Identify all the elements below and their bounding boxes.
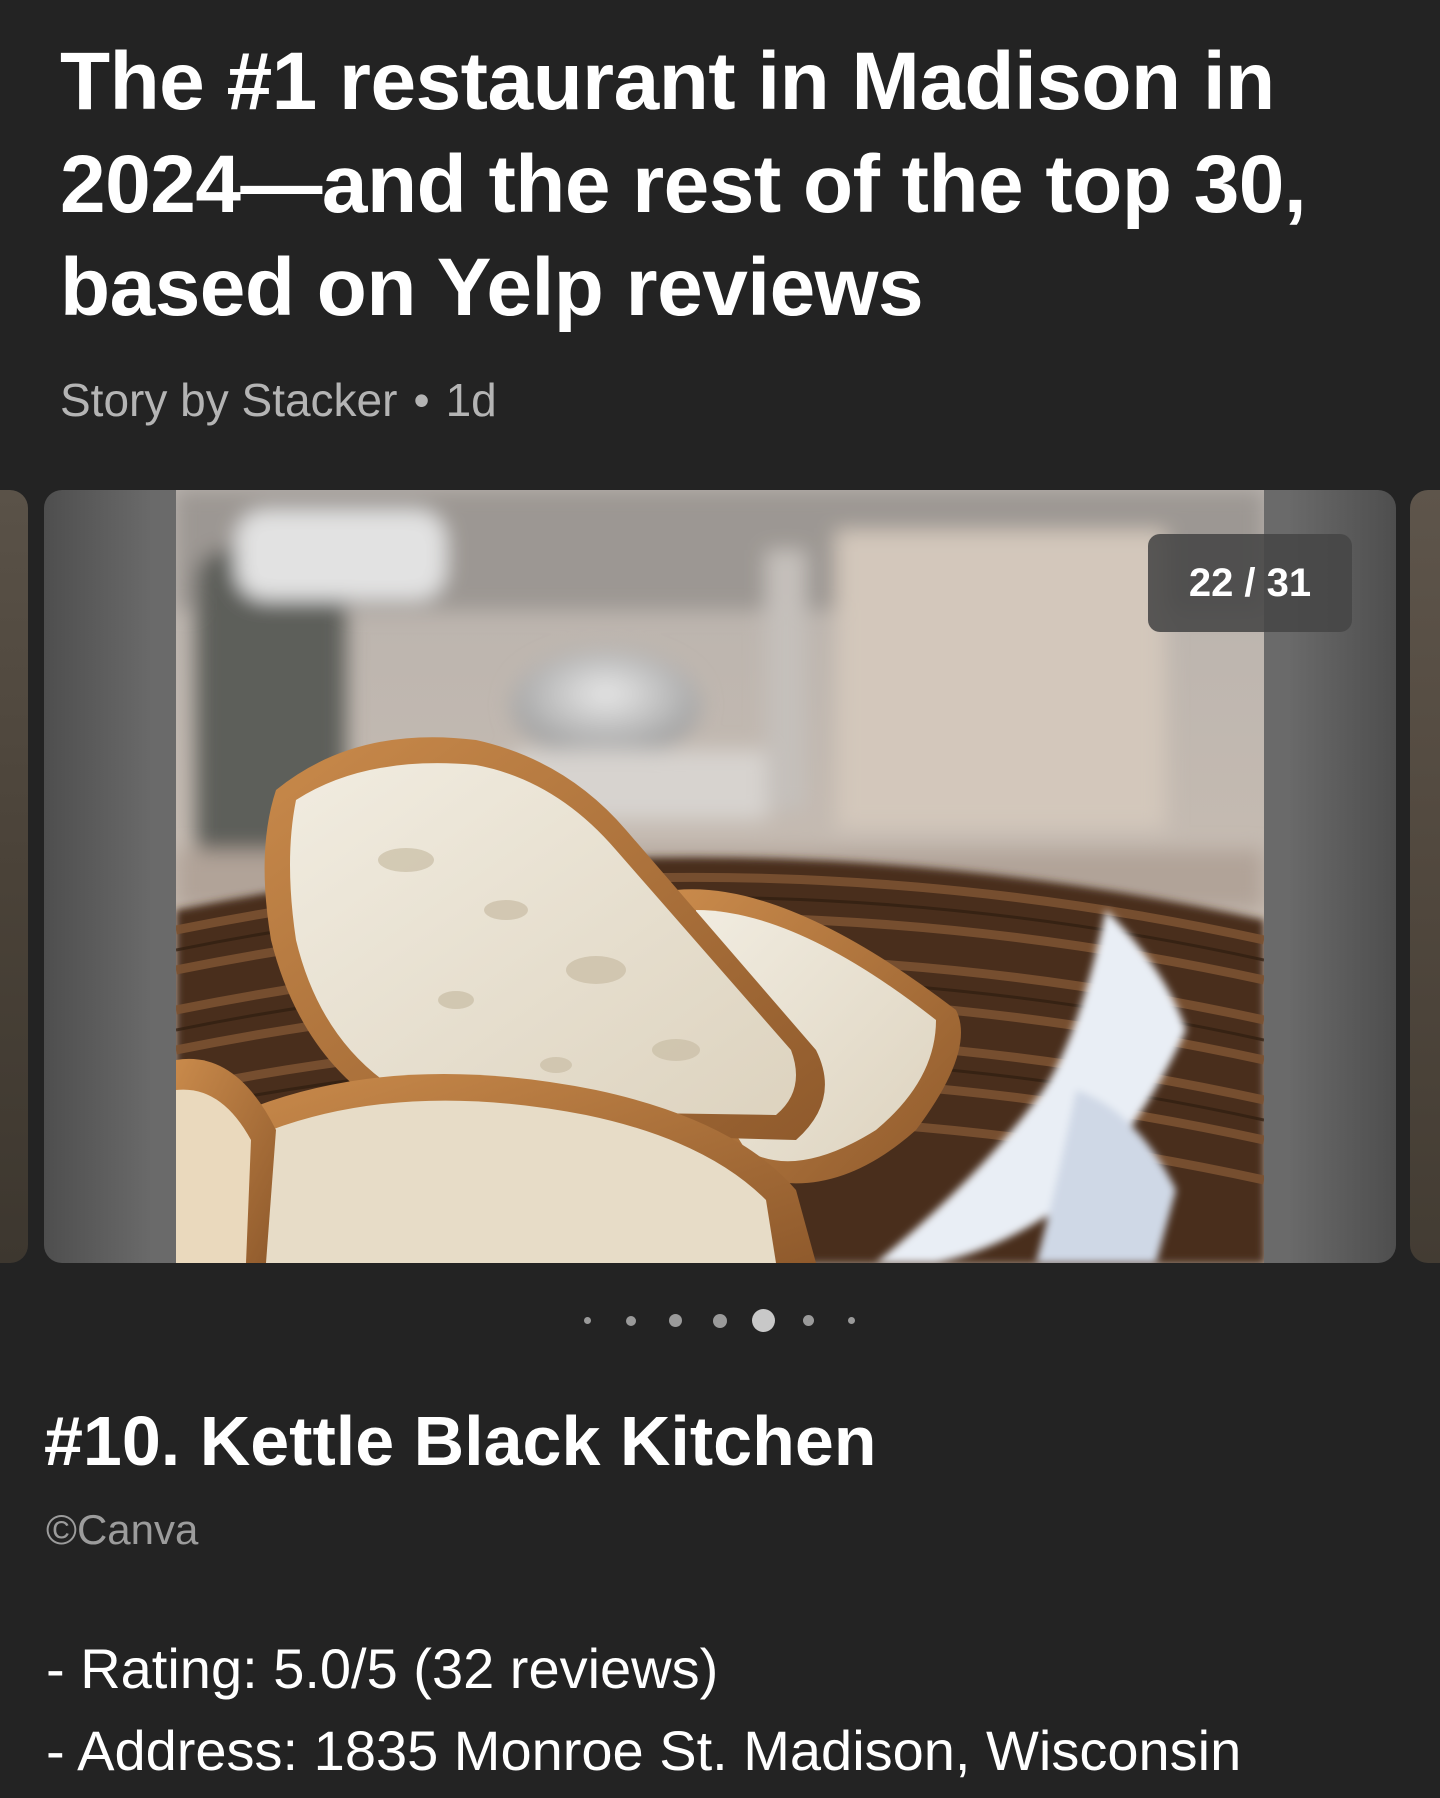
image-carousel[interactable]: 22 / 31 xyxy=(0,490,1440,1263)
bread-basket-photo xyxy=(176,490,1264,1263)
image-credit: ©Canva xyxy=(46,1506,199,1553)
byline-age: 1d xyxy=(445,374,497,426)
slide-title: #10. Kettle Black Kitchen xyxy=(44,1402,877,1480)
article-byline: Story by Stacker • 1d xyxy=(60,372,497,428)
current-slide[interactable]: 22 / 31 xyxy=(44,490,1396,1263)
previous-slide-peek[interactable] xyxy=(0,490,28,1263)
pager-dot[interactable] xyxy=(669,1314,682,1327)
slide-counter-badge: 22 / 31 xyxy=(1148,534,1352,632)
pager-dot-active[interactable] xyxy=(752,1309,775,1332)
carousel-pager-dots xyxy=(0,1300,1440,1340)
pager-dot[interactable] xyxy=(626,1316,636,1326)
pager-dot[interactable] xyxy=(713,1314,727,1328)
byline-source[interactable]: Story by Stacker xyxy=(60,374,397,426)
rating-line: - Rating: 5.0/5 (32 reviews) xyxy=(46,1637,719,1700)
byline-separator: • xyxy=(413,374,430,426)
pager-dot[interactable] xyxy=(584,1317,591,1324)
article-page: The #1 restaurant in Madison in 2024—and… xyxy=(0,0,1440,1798)
address-line: - Address: 1835 Monroe St. Madison, Wisc… xyxy=(46,1719,1242,1782)
pager-dot[interactable] xyxy=(848,1317,855,1324)
pager-dot[interactable] xyxy=(803,1315,814,1326)
next-slide-peek[interactable] xyxy=(1410,490,1440,1263)
slide-details-list: - Rating: 5.0/5 (32 reviews) - Address: … xyxy=(46,1628,1241,1792)
article-headline: The #1 restaurant in Madison in 2024—and… xyxy=(60,36,1307,333)
